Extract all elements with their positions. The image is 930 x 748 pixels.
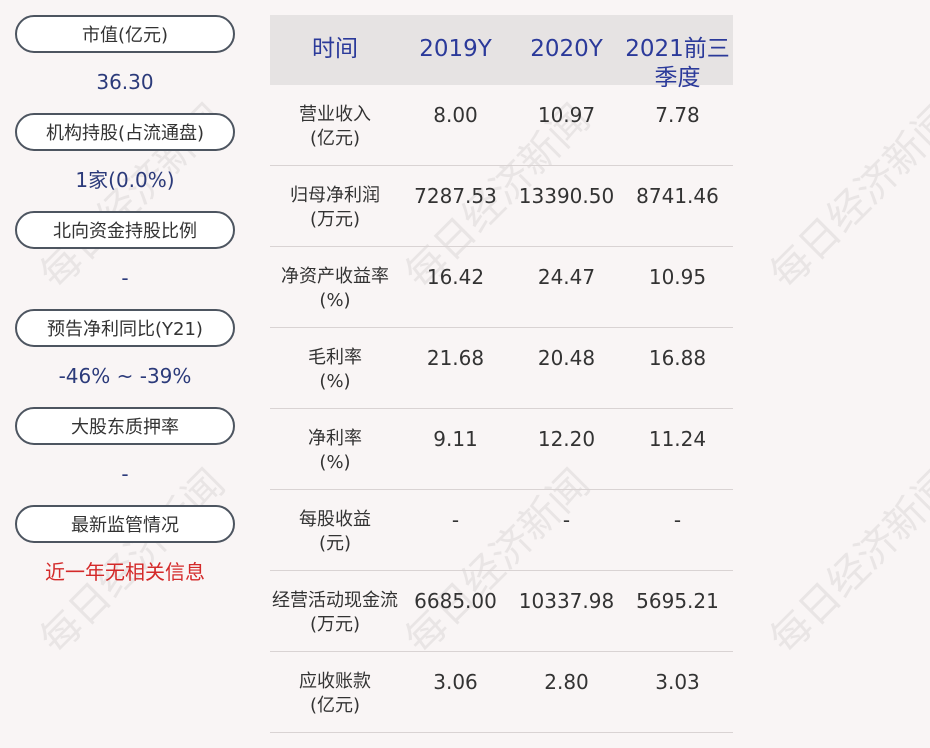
row-value: 11.24 [648,427,707,451]
table-row: 经营活动现金流 (万元) 6685.00 10337.98 5695.21 [270,571,733,652]
header-time: 时间 [312,36,358,62]
row-value: 20.48 [537,346,596,370]
row-label: 净利率 (%) [308,428,362,473]
row-label: 应收账款 (亿元) [299,671,371,716]
row-value: 10337.98 [518,589,615,613]
row-value: 21.68 [426,346,485,370]
row-value: 3.06 [433,670,478,694]
row-label: 每股收益 (元) [299,509,371,554]
row-value: 5695.21 [636,589,719,613]
header-2019: 2019Y [419,36,492,62]
row-value: 16.88 [648,346,707,370]
row-value: 16.42 [426,265,485,289]
watermark: 每日经济新闻 [761,460,930,663]
metric-label-forecast: 预告净利同比(Y21) [15,309,235,347]
table-row: 毛利率 (%) 21.68 20.48 16.88 [270,328,733,409]
metric-label-northbound: 北向资金持股比例 [15,211,235,249]
metric-value-institutional: 1家(0.0%) [75,168,175,192]
row-value: - [673,508,682,532]
header-2020: 2020Y [530,36,603,62]
row-label: 毛利率 (%) [308,347,362,392]
row-value: 8.00 [433,103,478,127]
table-row: 每股收益 (元) - - - [270,490,733,571]
row-value: 7.78 [655,103,700,127]
metric-value-market-cap: 36.30 [96,70,154,94]
row-value: 24.47 [537,265,596,289]
row-value: 7287.53 [414,184,497,208]
row-label: 经营活动现金流 (万元) [272,590,398,635]
metric-label-pledge: 大股东质押率 [15,407,235,445]
metric-value-regulation: 近一年无相关信息 [45,560,205,584]
table-row: 净利率 (%) 9.11 12.20 11.24 [270,409,733,490]
table-row: 净资产收益率 (%) 16.42 24.47 10.95 [270,247,733,328]
watermark: 每日经济新闻 [761,95,930,298]
row-value: 13390.50 [518,184,615,208]
row-value: 2.80 [544,670,589,694]
row-value: 6685.00 [414,589,497,613]
table-row: 归母净利润 (万元) 7287.53 13390.50 8741.46 [270,166,733,247]
row-value: 3.03 [655,670,700,694]
row-value: 10.97 [537,103,596,127]
row-value: 9.11 [433,427,478,451]
financial-table: 时间 2019Y 2020Y 2021前三季度 营业收入 (亿元) 8.00 10.… [270,15,733,733]
metric-value-northbound: - [121,266,129,290]
metric-value-pledge: - [121,462,129,486]
header-2021q3: 2021前三季度 [625,36,730,91]
table-row: 营业收入 (亿元) 8.00 10.97 7.78 [270,85,733,166]
metric-label-institutional: 机构持股(占流通盘) [15,113,235,151]
table-body: 营业收入 (亿元) 8.00 10.97 7.78 归母净利润 (万元) 7287.53 1… [270,85,733,733]
metric-label-regulation: 最新监管情况 [15,505,235,543]
row-label: 归母净利润 (万元) [290,185,380,230]
row-value: - [451,508,460,532]
metric-label-market-cap: 市值(亿元) [15,15,235,53]
row-value: 10.95 [648,265,707,289]
row-value: 12.20 [537,427,596,451]
row-value: 8741.46 [636,184,719,208]
table-header: 时间 2019Y 2020Y 2021前三季度 [270,15,733,91]
metric-value-forecast: -46% ~ -39% [58,364,192,388]
row-label: 营业收入 (亿元) [299,104,371,149]
row-value: - [562,508,571,532]
table-row: 应收账款 (亿元) 3.06 2.80 3.03 [270,652,733,733]
row-label: 净资产收益率 (%) [281,266,389,311]
